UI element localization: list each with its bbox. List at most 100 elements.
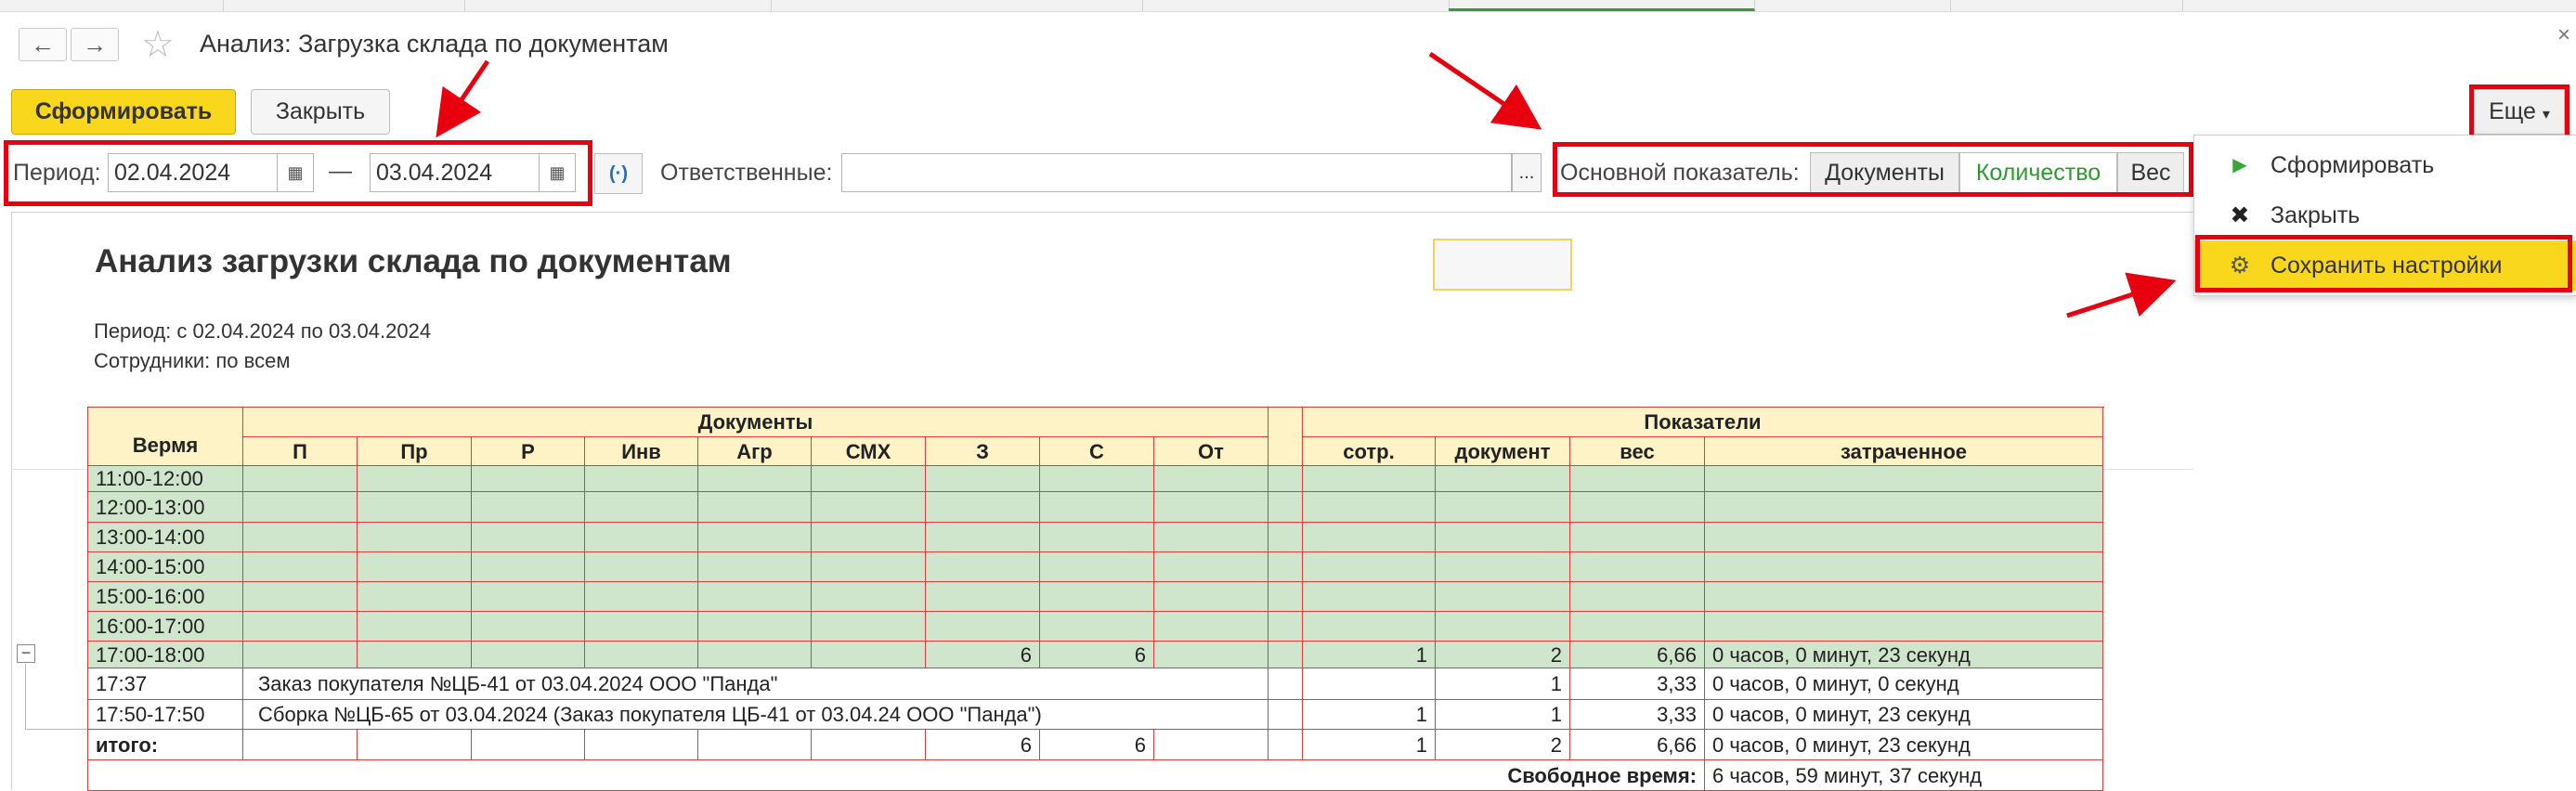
annotation-box-more (2469, 84, 2569, 139)
table-cell (472, 492, 585, 523)
table-cell (812, 552, 926, 582)
favorite-star-icon[interactable]: ☆ (141, 26, 175, 63)
table-cell (1154, 730, 1268, 760)
responsible-field[interactable] (841, 153, 1512, 192)
table-cell (472, 642, 585, 668)
tab-segment[interactable] (464, 0, 772, 11)
table-cell (1570, 466, 1705, 492)
header-indicator-column: сотр. (1303, 437, 1436, 466)
collapse-group-button[interactable]: − (17, 644, 35, 663)
forward-button[interactable]: → (71, 28, 119, 61)
header-documents-group: Документы (243, 408, 1268, 437)
table-cell (698, 612, 812, 642)
dots-icon: ... (1518, 162, 1535, 183)
back-button[interactable]: ← (19, 28, 67, 61)
table-cell (812, 492, 926, 523)
report-period-line: Период: с 02.04.2024 по 03.04.2024 (94, 319, 432, 343)
detail-row-time: 17:37 (88, 668, 243, 700)
table-cell (1705, 492, 2103, 523)
table-cell (698, 552, 812, 582)
close-button[interactable]: Закрыть (251, 89, 390, 135)
tab-segment[interactable] (2182, 0, 2576, 11)
header-indicator-column: документ (1436, 437, 1570, 466)
window-tab-strip (0, 0, 2576, 12)
table-cell (243, 642, 358, 668)
table-cell (358, 492, 472, 523)
table-cell: 6 (926, 642, 1040, 668)
annotation-box-save-settings (2195, 235, 2572, 292)
table-cell (1303, 582, 1436, 612)
annotation-arrow (1428, 51, 1542, 130)
table-row-time: 12:00-13:00 (88, 492, 243, 523)
table-cell (358, 642, 472, 668)
period-select-button[interactable]: (·) (594, 153, 643, 194)
table-cell (698, 582, 812, 612)
table-cell (358, 552, 472, 582)
table-cell: 6 (926, 730, 1040, 760)
table-cell (1154, 492, 1268, 523)
table-row-time: 13:00-14:00 (88, 523, 243, 552)
table-cell (1570, 492, 1705, 523)
header-doc-column: Инв (585, 437, 698, 466)
table-cell (698, 730, 812, 760)
table-cell (1705, 552, 2103, 582)
table-cell (358, 523, 472, 552)
tab-segment[interactable] (1950, 0, 2183, 11)
table-cell (1303, 466, 1436, 492)
table-cell (1303, 492, 1436, 523)
menu-item-label: Закрыть (2270, 202, 2361, 228)
table-cell (1154, 642, 1268, 668)
tab-segment[interactable] (1142, 0, 1450, 11)
header-doc-column: С (1040, 437, 1154, 466)
menu-item-close[interactable]: ✖ Закрыть (2194, 190, 2576, 240)
table-cell (1040, 552, 1154, 582)
table-cell (812, 466, 926, 492)
table-cell (1040, 492, 1154, 523)
tab-segment[interactable] (1755, 0, 1951, 11)
table-cell (585, 582, 698, 612)
report-title: Анализ загрузки склада по документам (95, 243, 732, 279)
table-cell (812, 642, 926, 668)
table-cell: 6,66 (1570, 642, 1705, 668)
table-cell (1570, 523, 1705, 552)
table-cell (585, 492, 698, 523)
table-cell (472, 466, 585, 492)
table-cell (1154, 523, 1268, 552)
table-cell (1154, 582, 1268, 612)
table-cell (585, 642, 698, 668)
responsible-select-button[interactable]: ... (1512, 153, 1542, 192)
table-cell (1268, 492, 1303, 523)
close-icon[interactable]: × (2557, 22, 2570, 48)
table-cell (243, 523, 358, 552)
table-cell (698, 466, 812, 492)
header-doc-column: Пр (358, 437, 472, 466)
table-cell (926, 582, 1040, 612)
free-time-label: Свободное время: (88, 760, 1705, 791)
tab-segment[interactable] (771, 0, 1143, 11)
table-cell (1705, 466, 2103, 492)
tab-segment-active[interactable] (1449, 0, 1755, 11)
generate-button[interactable]: Сформировать (11, 89, 236, 135)
tab-segment[interactable] (0, 0, 224, 11)
header-doc-column: От (1154, 437, 1268, 466)
table-row-time: 14:00-15:00 (88, 552, 243, 582)
header-indicator-column: вес (1570, 437, 1705, 466)
header-indicators-group: Показатели (1303, 408, 2103, 437)
tab-segment[interactable] (223, 0, 465, 11)
detail-row-time: 17:50-17:50 (88, 700, 243, 730)
table-cell (1040, 523, 1154, 552)
table-cell (1705, 523, 2103, 552)
annotation-box-period (4, 140, 592, 206)
table-cell (243, 612, 358, 642)
table-cell (812, 523, 926, 552)
table-row-time: 17:00-18:00 (88, 642, 243, 668)
minus-icon: − (20, 643, 32, 662)
table-cell (812, 730, 926, 760)
table-cell (1268, 730, 1303, 760)
free-time-value: 6 часов, 59 минут, 37 секунд (1705, 760, 2103, 791)
table-cell: 1 (1303, 730, 1436, 760)
table-cell (472, 612, 585, 642)
menu-item-generate[interactable]: ▶ Сформировать (2194, 140, 2576, 190)
arrow-right-icon: → (83, 31, 107, 58)
table-cell (1154, 466, 1268, 492)
